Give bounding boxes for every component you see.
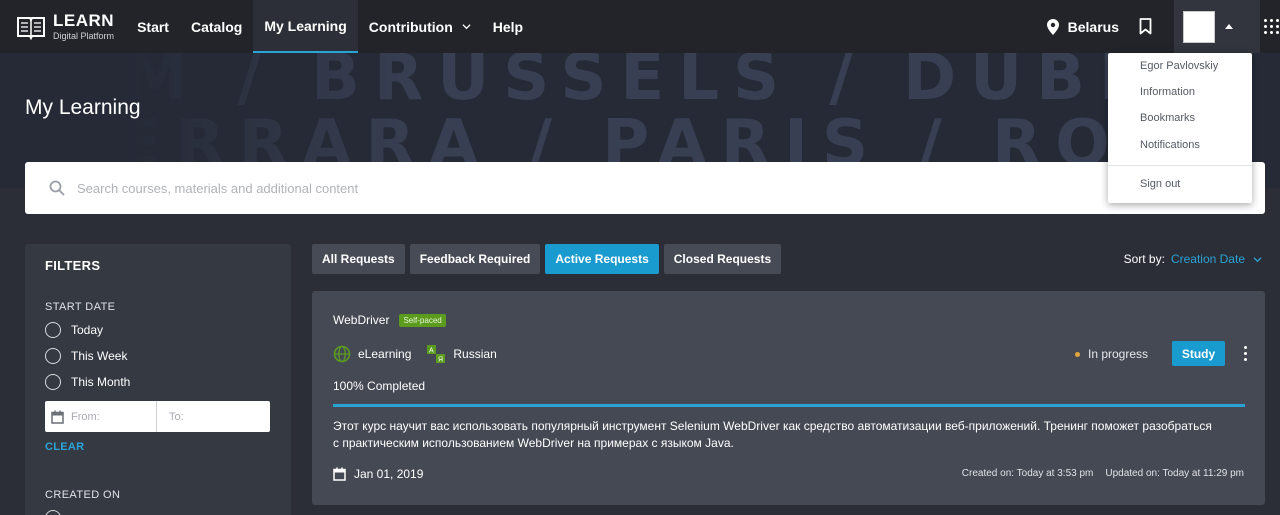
radio-this-week[interactable]: This Week bbox=[45, 348, 127, 364]
created-on-title: CREATED ON bbox=[45, 489, 121, 501]
radio-circle bbox=[45, 510, 61, 515]
nav-my-learning-label: My Learning bbox=[264, 17, 347, 34]
date-from-field[interactable]: From: bbox=[45, 401, 157, 432]
radio-this-week-label: This Week bbox=[71, 349, 128, 363]
nav-my-learning[interactable]: My Learning bbox=[253, 0, 358, 53]
radio-this-month-label: This Month bbox=[71, 375, 131, 389]
calendar-icon bbox=[51, 410, 64, 424]
self-paced-badge: Self-paced bbox=[399, 313, 446, 327]
location-pin-icon bbox=[1046, 18, 1059, 35]
tab-all-requests[interactable]: All Requests bbox=[312, 244, 405, 274]
completion-label: 100% Completed bbox=[333, 379, 426, 393]
user-name-item[interactable]: Egor Pavlovskiy bbox=[1140, 60, 1218, 72]
caret-up-icon bbox=[1225, 24, 1233, 29]
filters-title: FILTERS bbox=[45, 258, 101, 273]
status-label: In progress bbox=[1088, 347, 1149, 361]
course-title-row: WebDriver Self-paced bbox=[333, 313, 446, 327]
sort-control: Sort by: Creation Date bbox=[1124, 252, 1262, 266]
date-from-placeholder: From: bbox=[71, 410, 100, 423]
nav-start[interactable]: Start bbox=[126, 0, 180, 53]
sort-value: Creation Date bbox=[1170, 252, 1245, 266]
menu-divider bbox=[1108, 165, 1252, 166]
nav-start-label: Start bbox=[137, 18, 169, 35]
user-menu-toggle[interactable] bbox=[1174, 0, 1260, 53]
radio-today[interactable]: Today bbox=[45, 322, 103, 338]
date-to-field[interactable]: To: bbox=[157, 401, 184, 432]
location-selector[interactable]: Belarus bbox=[1046, 18, 1119, 35]
tab-feedback-required[interactable]: Feedback Required bbox=[409, 244, 541, 274]
user-menu-dropdown: Egor Pavlovskiy Information Bookmarks No… bbox=[1108, 53, 1252, 203]
sign-out-item[interactable]: Sign out bbox=[1140, 178, 1180, 190]
nav-contribution[interactable]: Contribution bbox=[358, 0, 482, 53]
radio-circle bbox=[45, 374, 61, 390]
bookmarks-item[interactable]: Bookmarks bbox=[1140, 112, 1195, 124]
nav-catalog-label: Catalog bbox=[190, 18, 243, 35]
notifications-item[interactable]: Notifications bbox=[1140, 139, 1200, 151]
search-icon bbox=[49, 180, 65, 196]
sort-label: Sort by: bbox=[1123, 252, 1165, 266]
search-input[interactable] bbox=[77, 180, 977, 196]
updated-timestamp: Updated on: Today at 11:29 pm bbox=[1105, 468, 1244, 479]
course-language: Russian bbox=[453, 347, 497, 361]
information-item[interactable]: Information bbox=[1140, 86, 1195, 98]
course-date-value: Jan 01, 2019 bbox=[354, 467, 424, 481]
status-dot bbox=[1075, 351, 1080, 357]
logo-title: LEARN bbox=[53, 11, 115, 30]
nav-help-label: Help bbox=[492, 18, 524, 35]
tab-active-requests[interactable]: Active Requests bbox=[545, 244, 659, 274]
chevron-down-icon bbox=[1253, 256, 1262, 262]
chevron-down-icon bbox=[462, 24, 471, 30]
course-date: Jan 01, 2019 bbox=[333, 467, 423, 481]
course-card: WebDriver Self-paced eLearning AЯ Russia… bbox=[312, 291, 1265, 505]
nav-help[interactable]: Help bbox=[482, 0, 534, 53]
radio-created-on[interactable] bbox=[45, 510, 71, 515]
svg-text:Я: Я bbox=[438, 357, 443, 364]
course-title[interactable]: WebDriver bbox=[333, 313, 389, 327]
nav-catalog[interactable]: Catalog bbox=[180, 0, 253, 53]
avatar bbox=[1183, 10, 1215, 43]
svg-text:A: A bbox=[429, 348, 434, 355]
date-to-placeholder: To: bbox=[169, 410, 184, 423]
course-status: In progress bbox=[1075, 347, 1148, 361]
clear-filters-link[interactable]: CLEAR bbox=[45, 441, 84, 453]
created-timestamp: Created on: Today at 3:53 pm bbox=[961, 468, 1094, 479]
bookmarks-button[interactable] bbox=[1139, 18, 1152, 35]
sort-dropdown[interactable]: Creation Date bbox=[1171, 252, 1262, 266]
radio-circle bbox=[45, 348, 61, 364]
book-logo-icon bbox=[17, 16, 45, 40]
radio-today-label: Today bbox=[71, 323, 104, 337]
filters-panel: FILTERS START DATE Today This Week This … bbox=[25, 244, 291, 515]
course-timestamps: Created on: Today at 3:53 pm Updated on:… bbox=[962, 468, 1244, 479]
tab-closed-requests[interactable]: Closed Requests bbox=[663, 244, 782, 274]
bookmark-icon bbox=[1139, 18, 1152, 35]
start-date-title: START DATE bbox=[45, 301, 116, 313]
radio-this-month[interactable]: This Month bbox=[45, 374, 130, 390]
radio-circle bbox=[45, 322, 61, 338]
date-range-field: From: To: bbox=[45, 401, 270, 432]
page-title: My Learning bbox=[25, 96, 141, 119]
logo-subtitle: Digital Platform bbox=[53, 31, 115, 41]
nav-contribution-label: Contribution bbox=[368, 18, 453, 35]
top-navigation: LEARN Digital Platform Start Catalog My … bbox=[0, 0, 1280, 53]
apps-grid-icon[interactable] bbox=[1260, 19, 1280, 34]
calendar-icon bbox=[333, 467, 346, 481]
language-icon: AЯ bbox=[427, 345, 446, 364]
course-description: Этот курс научит вас использовать популя… bbox=[333, 419, 1212, 450]
logo[interactable]: LEARN Digital Platform bbox=[16, 0, 114, 53]
request-tabs: All Requests Feedback Required Active Re… bbox=[312, 244, 782, 274]
globe-icon bbox=[333, 345, 351, 363]
search-bar bbox=[25, 162, 1265, 214]
location-label: Belarus bbox=[1067, 18, 1119, 35]
course-type: eLearning bbox=[358, 347, 412, 361]
study-button[interactable]: Study bbox=[1172, 341, 1225, 366]
course-meta: eLearning AЯ Russian bbox=[333, 344, 497, 364]
more-options-icon[interactable] bbox=[1244, 346, 1247, 361]
progress-bar bbox=[333, 404, 1245, 407]
